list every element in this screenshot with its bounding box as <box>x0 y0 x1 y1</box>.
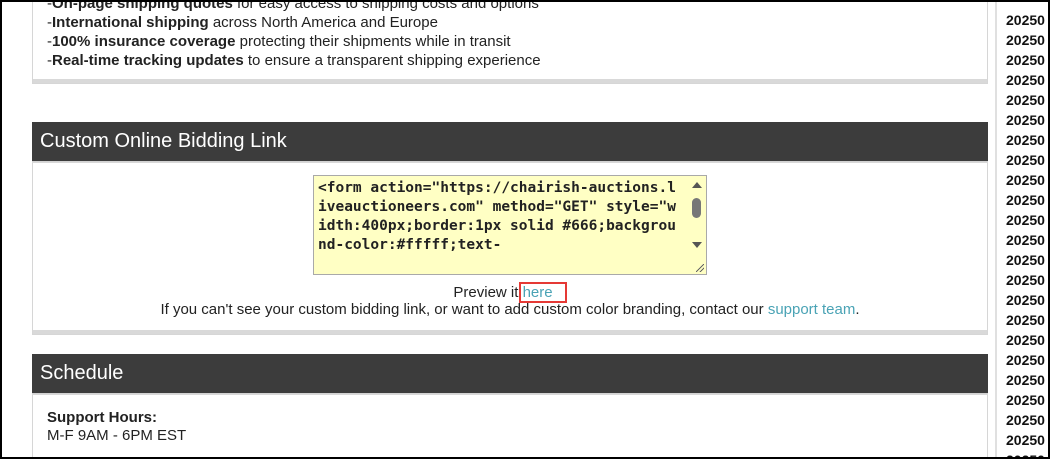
embed-code-text[interactable]: <form action="https://chairish-auctions.… <box>314 176 706 255</box>
support-hours-value: M-F 9AM - 6PM EST <box>47 427 187 444</box>
date-entry: 20250 <box>1006 32 1045 48</box>
feature-text: across North America and Europe <box>208 14 438 31</box>
section-title: Schedule <box>40 362 124 384</box>
date-entry: 20250 <box>1006 450 1048 457</box>
feature-title: 100% insurance coverage <box>52 33 236 50</box>
date-entry: 20250 <box>1006 312 1045 328</box>
feature-item: -On-page shipping quotes for easy access… <box>47 0 541 13</box>
date-entry: 20250 <box>1006 172 1045 188</box>
shipping-features-list: -On-page shipping quotes for easy access… <box>47 0 541 70</box>
preview-label: Preview it <box>453 284 523 301</box>
support-team-link[interactable]: support team <box>768 301 856 318</box>
scroll-up-arrow-icon[interactable] <box>692 182 702 188</box>
date-column: 20250 20250 20250 20250 20250 20250 20250 20250… <box>1006 10 1048 457</box>
feature-item: -International shipping across North Ame… <box>47 14 438 31</box>
scroll-thumb[interactable] <box>692 198 701 218</box>
help-suffix: . <box>855 301 860 318</box>
date-entry: 20250 <box>1006 72 1045 88</box>
bidding-section-header: Custom Online Bidding Link <box>32 122 988 169</box>
date-entry: 20250 <box>1006 152 1045 168</box>
feature-item: -100% insurance coverage protecting thei… <box>47 33 511 50</box>
bidding-link-panel: <form action="https://chairish-auctions.… <box>32 163 988 335</box>
date-entry: 20250 <box>1006 292 1045 308</box>
feature-title: International shipping <box>52 14 209 31</box>
schedule-panel: Support Hours: M-F 9AM - 6PM EST <box>32 395 988 457</box>
feature-title: On-page shipping quotes <box>52 0 233 12</box>
help-text: If you can't see your custom bidding lin… <box>33 300 987 319</box>
schedule-section-header: Schedule <box>32 354 988 401</box>
date-entry: 20250 <box>1006 92 1045 108</box>
date-entry: 20250 <box>1006 332 1045 348</box>
date-entry: 20250 <box>1006 232 1045 248</box>
section-title: Custom Online Bidding Link <box>40 130 287 152</box>
date-entry: 20250 <box>1006 412 1045 428</box>
shipping-features-panel: -On-page shipping quotes for easy access… <box>32 0 988 84</box>
date-entry: 20250 <box>1006 192 1045 208</box>
date-entry: 20250 <box>1006 432 1045 448</box>
date-entry: 20250 <box>1006 252 1045 268</box>
date-entry: 20250 <box>1006 352 1045 368</box>
code-scrollbar[interactable] <box>688 176 706 274</box>
resize-handle-icon[interactable] <box>696 264 704 272</box>
preview-here-link[interactable]: here <box>523 284 553 301</box>
date-entry: 20250 <box>1006 272 1045 288</box>
date-entry: 20250 <box>1006 392 1045 408</box>
feature-title: Real-time tracking updates <box>52 52 244 69</box>
sidebar-divider <box>995 2 997 457</box>
embed-code-textarea[interactable]: <form action="https://chairish-auctions.… <box>313 175 707 275</box>
help-message: If you can't see your custom bidding lin… <box>160 301 768 318</box>
panel-divider <box>33 79 987 83</box>
feature-text: for easy access to shipping costs and op… <box>232 0 539 12</box>
date-entry: 20250 <box>1006 212 1045 228</box>
scroll-down-arrow-icon[interactable] <box>692 242 702 248</box>
feature-item: -Real-time tracking updates to ensure a … <box>47 52 541 69</box>
date-entry: 20250 <box>1006 12 1045 28</box>
support-hours-label: Support Hours: <box>47 409 157 426</box>
panel-divider <box>33 330 987 334</box>
app-frame: -On-page shipping quotes for easy access… <box>0 0 1050 459</box>
date-entry: 20250 <box>1006 372 1045 388</box>
date-entry: 20250 <box>1006 112 1045 128</box>
date-entry: 20250 <box>1006 132 1045 148</box>
feature-text: to ensure a transparent shipping experie… <box>243 52 541 69</box>
feature-text: protecting their shipments while in tran… <box>235 33 511 50</box>
date-entry: 20250 <box>1006 52 1045 68</box>
